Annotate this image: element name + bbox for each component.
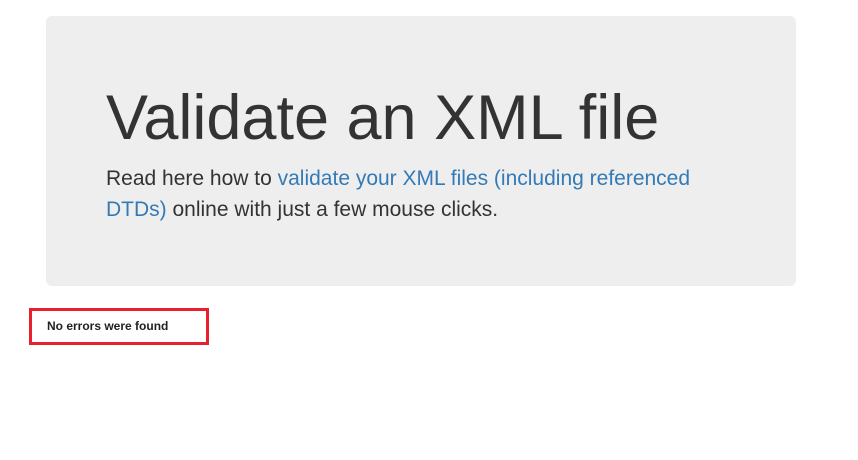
hero-lead-text: Read here how to validate your XML files… [106,163,716,225]
page-title: Validate an XML file [106,83,660,153]
lead-prefix: Read here how to [106,167,278,190]
lead-suffix: online with just a few mouse clicks. [166,198,499,221]
hero-panel: Validate an XML file Read here how to va… [46,16,796,286]
validation-result-box: No errors were found [29,308,209,345]
validation-result-message: No errors were found [47,319,169,333]
